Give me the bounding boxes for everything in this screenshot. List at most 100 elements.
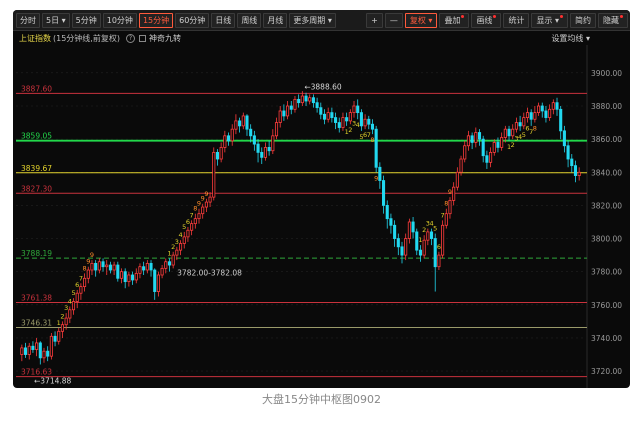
candle-body: [223, 135, 227, 148]
candle-body: [345, 117, 349, 122]
candle-body: [27, 345, 31, 355]
kline-chart[interactable]: 3720.00 3740.00 3760.00 3780.00 3800.00 3820.…: [13, 10, 630, 388]
tool-button-8[interactable]: 隐藏: [598, 12, 628, 28]
period-tab-7[interactable]: 周线: [237, 12, 262, 28]
period-label: (15分钟线,前复权): [53, 33, 120, 43]
period-tab-5[interactable]: 60分钟: [175, 12, 210, 28]
candle-body: [53, 335, 57, 342]
td-count-mark: 7: [79, 274, 83, 282]
chart-info-bar: 上证指数 (15分钟线,前复权) ? 神奇九转 设置均线 ▾: [13, 31, 630, 45]
candle-body: [127, 274, 131, 283]
candle-body: [492, 142, 496, 153]
td-count-mark: 9: [204, 190, 208, 198]
candle-body: [334, 117, 338, 123]
period-tab-6[interactable]: 日线: [211, 12, 236, 28]
candle-body: [374, 128, 378, 168]
candle-body: [566, 145, 570, 160]
candle-body: [156, 274, 160, 292]
y-tick-label: 3820.00: [591, 201, 622, 210]
td-count-mark: 4: [356, 121, 360, 129]
candle-body: [149, 262, 153, 271]
candle-body: [337, 122, 341, 128]
candle-body: [426, 231, 430, 241]
candle-body: [444, 213, 448, 226]
td-count-mark: 2: [60, 312, 64, 320]
candle-body: [105, 264, 109, 268]
candle-body: [175, 249, 179, 256]
tool-button-label: 隐藏: [603, 15, 619, 25]
candle-body: [367, 118, 371, 125]
tool-button-3[interactable]: 叠加: [439, 12, 470, 28]
period-tab-3[interactable]: 10分钟: [102, 12, 137, 28]
candle-body: [204, 201, 208, 208]
candle-body: [559, 108, 563, 132]
period-tab-4[interactable]: 15分钟: [138, 12, 174, 28]
tool-button-6[interactable]: 显示 ▾: [531, 12, 568, 28]
indicator-checkbox[interactable]: [138, 34, 146, 42]
candle-body: [474, 132, 478, 143]
candle-body: [507, 128, 511, 137]
notification-dot-icon: [560, 14, 563, 18]
candle-body: [68, 309, 72, 319]
td-count-mark: 4: [178, 231, 182, 239]
td-count-mark: 7: [441, 211, 445, 219]
candle-body: [193, 218, 197, 225]
period-tab-9[interactable]: 更多周期 ▾: [289, 12, 336, 28]
period-tab-1[interactable]: 5日 ▾: [42, 12, 70, 28]
notification-dot-icon: [493, 14, 497, 18]
candle-body: [551, 102, 555, 110]
ma-settings-button[interactable]: 设置均线 ▾: [551, 33, 590, 44]
candle-body: [241, 115, 245, 127]
help-icon[interactable]: ?: [125, 33, 135, 43]
tool-button-label: 画线: [476, 15, 493, 25]
candle-body: [489, 151, 493, 163]
indicator-label: 神奇九转: [148, 33, 181, 43]
y-tick-label: 3900.00: [591, 69, 622, 78]
candle-body: [537, 105, 541, 114]
candle-body: [245, 115, 249, 130]
tool-button-0[interactable]: +: [366, 12, 383, 28]
candle-body: [208, 196, 212, 203]
candle-body: [411, 221, 415, 233]
period-tab-2[interactable]: 5分钟: [71, 12, 101, 28]
level-label: 3761.38: [21, 294, 52, 303]
candle-body: [249, 128, 253, 137]
candle-body: [190, 223, 194, 231]
period-tab-8[interactable]: 月线: [263, 12, 288, 28]
y-tick-label: 3760.00: [591, 301, 622, 310]
tool-button-1[interactable]: —: [384, 12, 403, 28]
tool-button-5[interactable]: 统计: [503, 12, 530, 28]
candle-body: [481, 138, 485, 157]
candle-body: [459, 158, 463, 173]
tool-button-2[interactable]: 复权 ▾: [404, 12, 438, 28]
tool-button-7[interactable]: 简约: [570, 12, 596, 28]
candle-body: [503, 128, 507, 138]
candle-body: [297, 98, 301, 104]
tool-button-label: 复权 ▾: [409, 15, 433, 25]
candle-body: [304, 95, 308, 102]
candle-body: [396, 238, 400, 248]
candle-body: [86, 269, 90, 279]
candle-body: [108, 264, 112, 271]
candle-body: [514, 122, 518, 130]
candle-body: [311, 97, 315, 104]
candle-body: [46, 350, 50, 357]
candle-body: [330, 112, 334, 118]
tool-button-4[interactable]: 画线: [471, 12, 502, 28]
candle-body: [308, 97, 312, 102]
candle-body: [359, 112, 363, 127]
candle-body: [429, 231, 434, 239]
candle-body: [101, 261, 105, 268]
candle-body: [167, 261, 172, 266]
period-tab-0[interactable]: 分时: [16, 12, 40, 28]
notification-dot-icon: [620, 14, 623, 18]
candle-body: [286, 105, 290, 117]
candle-body: [179, 243, 183, 251]
candle-body: [477, 132, 482, 140]
candle-body: [71, 301, 76, 311]
candle-body: [363, 118, 367, 127]
level-label: 3887.60: [21, 84, 52, 93]
candle-body: [393, 224, 397, 239]
candle-body: [381, 180, 386, 206]
candle-body: [496, 142, 500, 148]
